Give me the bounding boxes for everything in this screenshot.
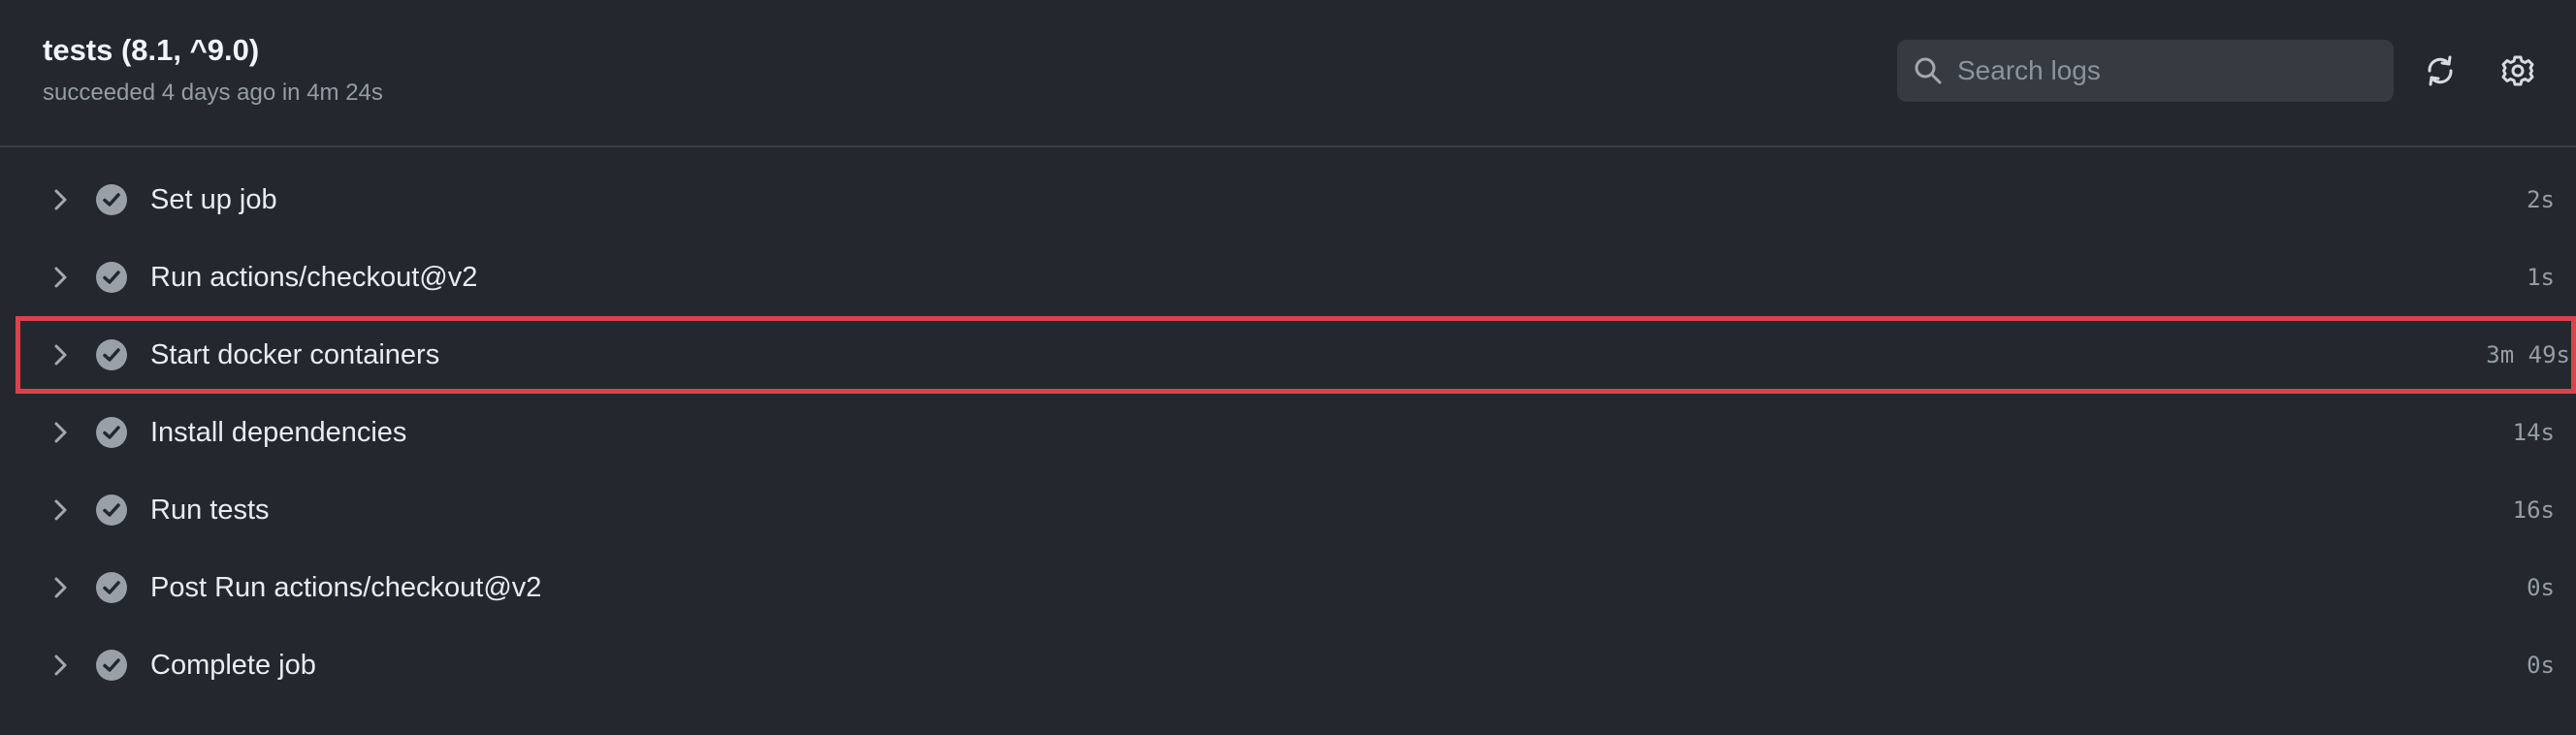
step-row-set-up-job[interactable]: Set up job 2s <box>0 161 2576 239</box>
gear-icon <box>2501 55 2534 86</box>
step-name: Complete job <box>150 650 316 681</box>
success-check-icon <box>96 339 127 370</box>
job-log-page: tests (8.1, ^9.0) succeeded 4 days ago i… <box>0 0 2576 735</box>
step-row-install-dependencies[interactable]: Install dependencies 14s <box>0 394 2576 471</box>
step-name: Run tests <box>150 495 270 526</box>
step-duration: 14s <box>2512 419 2555 446</box>
success-check-icon <box>96 572 127 603</box>
success-check-icon <box>96 262 127 293</box>
step-duration: 2s <box>2527 186 2555 213</box>
step-row-run-tests[interactable]: Run tests 16s <box>0 471 2576 549</box>
chevron-right-icon[interactable] <box>48 419 72 446</box>
step-duration: 0s <box>2527 574 2555 601</box>
chevron-right-icon[interactable] <box>48 186 72 213</box>
job-steps-list: Set up job 2s Run actions/checkout@v2 1s… <box>0 161 2576 704</box>
step-duration: 0s <box>2527 652 2555 679</box>
step-row-run-actions-checkout[interactable]: Run actions/checkout@v2 1s <box>0 239 2576 316</box>
step-duration: 1s <box>2527 264 2555 291</box>
success-check-icon <box>96 650 127 681</box>
step-row-post-run-actions-checkout[interactable]: Post Run actions/checkout@v2 0s <box>0 549 2576 626</box>
refresh-icon <box>2428 55 2453 86</box>
step-name: Post Run actions/checkout@v2 <box>150 572 542 603</box>
search-logs-box[interactable] <box>1897 40 2394 102</box>
job-header: tests (8.1, ^9.0) succeeded 4 days ago i… <box>0 0 2576 147</box>
success-check-icon <box>96 417 127 448</box>
search-logs-input[interactable] <box>1957 40 2374 102</box>
chevron-right-icon[interactable] <box>48 341 72 368</box>
step-duration: 3m 49s <box>2486 341 2570 368</box>
step-row-complete-job[interactable]: Complete job 0s <box>0 626 2576 704</box>
chevron-right-icon[interactable] <box>48 264 72 291</box>
chevron-right-icon[interactable] <box>48 496 72 524</box>
success-check-icon <box>96 495 127 526</box>
step-name: Start docker containers <box>150 339 440 370</box>
success-check-icon <box>96 184 127 215</box>
step-name: Run actions/checkout@v2 <box>150 262 478 293</box>
chevron-right-icon[interactable] <box>48 652 72 679</box>
job-status-summary: succeeded 4 days ago in 4m 24s <box>43 80 383 106</box>
step-name: Install dependencies <box>150 417 407 448</box>
step-row-start-docker-containers[interactable]: Start docker containers 3m 49s <box>16 316 2576 394</box>
search-icon <box>1915 57 1942 84</box>
refresh-button[interactable] <box>2417 48 2463 94</box>
chevron-right-icon[interactable] <box>48 574 72 601</box>
job-title: tests (8.1, ^9.0) <box>43 33 260 67</box>
step-name: Set up job <box>150 184 277 215</box>
settings-button[interactable] <box>2495 48 2541 94</box>
step-duration: 16s <box>2512 496 2555 524</box>
